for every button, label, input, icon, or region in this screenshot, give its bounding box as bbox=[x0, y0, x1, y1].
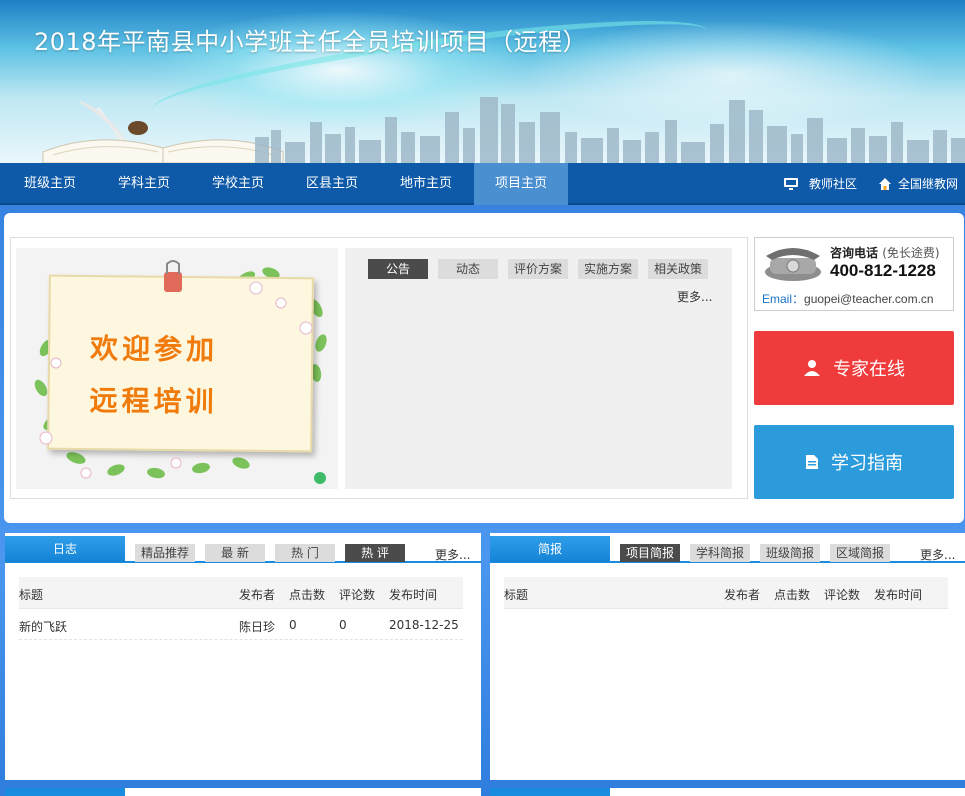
col-title: 标题 bbox=[19, 588, 44, 602]
brief-panel: 简报 项目简报 学科简报 班级简报 区域简报 更多... 标题 发布者 点击数 … bbox=[490, 533, 965, 780]
expert-online-button[interactable]: 专家在线 bbox=[754, 331, 954, 405]
row-date: 2018-12-25 bbox=[389, 618, 459, 632]
col-author: 发布者 bbox=[724, 588, 761, 602]
book-quill-illustration bbox=[42, 100, 284, 163]
teacher-community-link[interactable]: 教师社区 bbox=[783, 163, 857, 205]
news-more-link[interactable]: 更多... bbox=[677, 288, 712, 305]
col-comments: 评论数 bbox=[824, 588, 861, 602]
row-clicks: 0 bbox=[289, 618, 297, 632]
next-panel-tab bbox=[490, 788, 610, 796]
expert-online-label: 专家在线 bbox=[833, 359, 905, 380]
study-guide-button[interactable]: 学习指南 bbox=[754, 425, 954, 499]
col-author: 发布者 bbox=[239, 588, 276, 602]
telephone-icon bbox=[765, 248, 821, 281]
next-panel-left bbox=[5, 788, 481, 796]
site-title: 2018年平南县中小学班主任全员培训项目（远程） bbox=[34, 28, 588, 56]
brief-table-header: 标题 发布者 点击数 评论数 发布时间 bbox=[504, 577, 948, 609]
next-panel-right bbox=[490, 788, 965, 796]
blog-more-link[interactable]: 更多... bbox=[435, 546, 470, 563]
tab-subject-brief[interactable]: 学科简报 bbox=[690, 544, 750, 562]
brief-panel-title: 简报 bbox=[490, 536, 610, 562]
col-comments: 评论数 bbox=[339, 588, 376, 602]
nav-school-home[interactable]: 学校主页 bbox=[188, 163, 288, 205]
tab-project-brief[interactable]: 项目简报 bbox=[620, 544, 680, 562]
tab-popular[interactable]: 热 门 bbox=[275, 544, 335, 562]
tab-updates[interactable]: 动态 bbox=[438, 259, 498, 279]
contact-title: 咨询电话 (免长途费) bbox=[830, 246, 940, 260]
main-content: 欢迎参加 远程培训 公告 动态 评价方案 实施方案 相关政策 更多... 咨询电… bbox=[4, 213, 964, 523]
blog-panel: 日志 精品推荐 最 新 热 门 热 评 更多... 标题 发布者 点击数 评论数… bbox=[5, 533, 481, 780]
nav-county-home[interactable]: 区县主页 bbox=[282, 163, 382, 205]
tab-evaluation-plan[interactable]: 评价方案 bbox=[508, 259, 568, 279]
col-date: 发布时间 bbox=[874, 588, 923, 602]
flower-decoration bbox=[39, 281, 313, 479]
welcome-slideshow[interactable]: 欢迎参加 远程培训 bbox=[16, 248, 338, 489]
blog-table-header: 标题 发布者 点击数 评论数 发布时间 bbox=[19, 577, 463, 609]
document-icon bbox=[806, 455, 818, 469]
user-icon bbox=[804, 360, 820, 376]
brief-panel-header: 简报 项目简报 学科简报 班级简报 区域简报 更多... bbox=[490, 533, 965, 563]
header-banner: 2018年平南县中小学班主任全员培训项目（远程） bbox=[0, 0, 965, 163]
main-nav: 班级主页 学科主页 学校主页 区县主页 地市主页 项目主页 教师社区 全国继教网 bbox=[0, 163, 965, 205]
col-clicks: 点击数 bbox=[289, 588, 326, 602]
tab-featured[interactable]: 精品推荐 bbox=[135, 544, 195, 562]
tab-region-brief[interactable]: 区域简报 bbox=[830, 544, 890, 562]
contact-box: 咨询电话 (免长途费) 400-812-1228 Email：guopei@te… bbox=[754, 237, 954, 311]
row-title-link[interactable]: 新的飞跃 bbox=[19, 618, 67, 635]
blog-panel-title: 日志 bbox=[5, 536, 125, 562]
row-author: 陈日珍 bbox=[239, 620, 276, 634]
nav-subject-home[interactable]: 学科主页 bbox=[94, 163, 194, 205]
nav-class-home[interactable]: 班级主页 bbox=[0, 163, 100, 205]
nav-city-home[interactable]: 地市主页 bbox=[376, 163, 476, 205]
col-date: 发布时间 bbox=[389, 588, 438, 602]
contact-email[interactable]: Email：guopei@teacher.com.cn bbox=[762, 290, 934, 307]
tab-class-brief[interactable]: 班级简报 bbox=[760, 544, 820, 562]
blog-panel-header: 日志 精品推荐 最 新 热 门 热 评 更多... bbox=[5, 533, 481, 563]
slide-indicator[interactable] bbox=[314, 472, 326, 484]
col-title: 标题 bbox=[504, 588, 529, 602]
tab-related-policy[interactable]: 相关政策 bbox=[648, 259, 708, 279]
monitor-icon bbox=[784, 178, 798, 190]
tab-most-commented[interactable]: 热 评 bbox=[345, 544, 405, 562]
nav-project-home[interactable]: 项目主页 bbox=[474, 163, 568, 205]
announcement-panel: 公告 动态 评价方案 实施方案 相关政策 更多... bbox=[345, 248, 732, 489]
tab-implementation-plan[interactable]: 实施方案 bbox=[578, 259, 638, 279]
teacher-community-label: 教师社区 bbox=[809, 177, 858, 191]
contact-phone: 400-812-1228 bbox=[830, 261, 936, 280]
next-panel-tab bbox=[5, 788, 125, 796]
national-network-label: 全国继教网 bbox=[898, 177, 959, 191]
brief-more-link[interactable]: 更多... bbox=[920, 546, 955, 563]
table-row[interactable]: 新的飞跃 陈日珍 0 0 2018-12-25 bbox=[19, 609, 463, 640]
tab-announcement[interactable]: 公告 bbox=[368, 259, 428, 279]
city-skyline-illustration bbox=[255, 97, 965, 163]
row-comments: 0 bbox=[339, 618, 347, 632]
study-guide-label: 学习指南 bbox=[831, 453, 903, 474]
tab-latest[interactable]: 最 新 bbox=[205, 544, 265, 562]
home-icon bbox=[879, 178, 891, 190]
col-clicks: 点击数 bbox=[774, 588, 811, 602]
national-network-link[interactable]: 全国继教网 bbox=[878, 163, 958, 205]
